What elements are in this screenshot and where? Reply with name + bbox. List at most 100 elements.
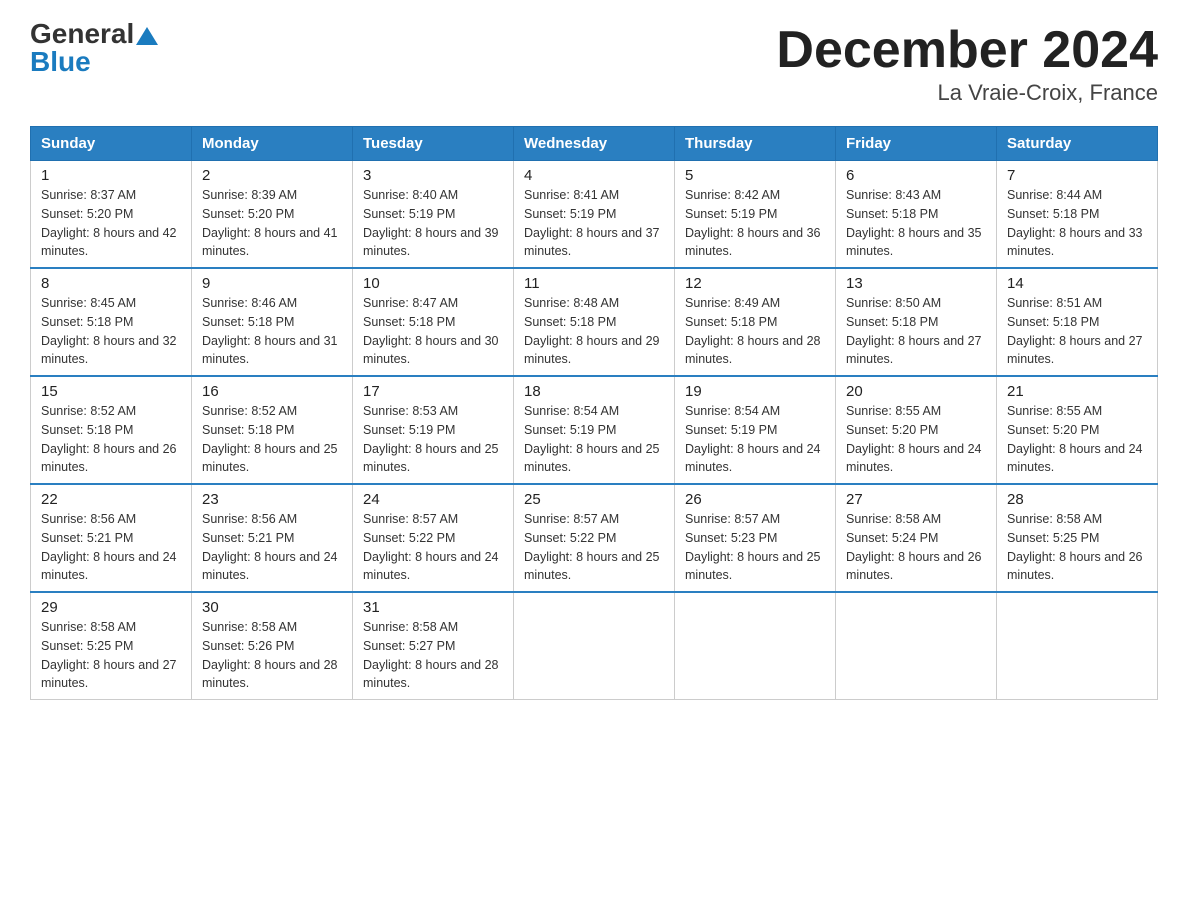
- day-info: Sunrise: 8:37 AMSunset: 5:20 PMDaylight:…: [41, 186, 181, 261]
- day-cell-6: 6Sunrise: 8:43 AMSunset: 5:18 PMDaylight…: [836, 161, 997, 269]
- day-cell-4: 4Sunrise: 8:41 AMSunset: 5:19 PMDaylight…: [514, 161, 675, 269]
- week-row-1: 1 Sunrise: 8:37 AMSunset: 5:20 PMDaylight…: [31, 161, 1158, 269]
- day-cell-23: 23 Sunrise: 8:56 AMSunset: 5:21 PMDayligh…: [192, 484, 353, 592]
- day-cell-3: 3 Sunrise: 8:40 AMSunset: 5:19 PMDaylight…: [353, 161, 514, 269]
- day-cell-24: 24 Sunrise: 8:57 AMSunset: 5:22 PMDayligh…: [353, 484, 514, 592]
- day-cell-8: 8Sunrise: 8:45 AMSunset: 5:18 PMDaylight…: [31, 268, 192, 376]
- day-number: 24: [363, 491, 503, 508]
- day-info: Sunrise: 8:40 AMSunset: 5:19 PMDaylight:…: [363, 186, 503, 261]
- day-number: 5: [685, 167, 825, 184]
- logo-general-text: General: [30, 20, 134, 48]
- day-number: 27: [846, 491, 986, 508]
- day-cell-27: 27Sunrise: 8:58 AMSunset: 5:24 PMDayligh…: [836, 484, 997, 592]
- day-number: 21: [1007, 383, 1147, 400]
- day-cell-15: 15 Sunrise: 8:52 AMSunset: 5:18 PMDayligh…: [31, 376, 192, 484]
- day-number: 9: [202, 275, 342, 292]
- logo-blue-text: Blue: [30, 48, 134, 76]
- day-info: Sunrise: 8:58 AMSunset: 5:27 PMDaylight:…: [363, 618, 503, 693]
- day-info: Sunrise: 8:57 AMSunset: 5:23 PMDaylight:…: [685, 510, 825, 585]
- day-number: 30: [202, 599, 342, 616]
- day-info: Sunrise: 8:52 AMSunset: 5:18 PMDaylight:…: [41, 402, 181, 477]
- day-cell-21: 21 Sunrise: 8:55 AMSunset: 5:20 PMDayligh…: [997, 376, 1158, 484]
- day-cell-29: 29 Sunrise: 8:58 AMSunset: 5:25 PMDayligh…: [31, 592, 192, 700]
- day-number: 2: [202, 167, 342, 184]
- day-info: Sunrise: 8:54 AMSunset: 5:19 PMDaylight:…: [685, 402, 825, 477]
- logo-triangle-icon: [136, 25, 158, 52]
- day-cell-5: 5 Sunrise: 8:42 AMSunset: 5:19 PMDaylight…: [675, 161, 836, 269]
- day-info: Sunrise: 8:44 AMSunset: 5:18 PMDaylight:…: [1007, 186, 1147, 261]
- day-number: 1: [41, 167, 181, 184]
- weekday-header-saturday: Saturday: [997, 127, 1158, 161]
- day-cell-17: 17 Sunrise: 8:53 AMSunset: 5:19 PMDayligh…: [353, 376, 514, 484]
- day-info: Sunrise: 8:47 AMSunset: 5:18 PMDaylight:…: [363, 294, 503, 369]
- day-info: Sunrise: 8:54 AMSunset: 5:19 PMDaylight:…: [524, 402, 664, 477]
- empty-cell: [836, 592, 997, 700]
- day-number: 22: [41, 491, 181, 508]
- day-info: Sunrise: 8:55 AMSunset: 5:20 PMDaylight:…: [846, 402, 986, 477]
- calendar-table: SundayMondayTuesdayWednesdayThursdayFrid…: [30, 126, 1158, 700]
- day-info: Sunrise: 8:51 AMSunset: 5:18 PMDaylight:…: [1007, 294, 1147, 369]
- day-number: 12: [685, 275, 825, 292]
- day-info: Sunrise: 8:55 AMSunset: 5:20 PMDaylight:…: [1007, 402, 1147, 477]
- day-number: 8: [41, 275, 181, 292]
- day-number: 18: [524, 383, 664, 400]
- day-number: 19: [685, 383, 825, 400]
- day-info: Sunrise: 8:42 AMSunset: 5:19 PMDaylight:…: [685, 186, 825, 261]
- day-info: Sunrise: 8:58 AMSunset: 5:25 PMDaylight:…: [1007, 510, 1147, 585]
- day-number: 25: [524, 491, 664, 508]
- weekday-header-thursday: Thursday: [675, 127, 836, 161]
- day-number: 28: [1007, 491, 1147, 508]
- day-cell-10: 10 Sunrise: 8:47 AMSunset: 5:18 PMDayligh…: [353, 268, 514, 376]
- day-cell-12: 12 Sunrise: 8:49 AMSunset: 5:18 PMDayligh…: [675, 268, 836, 376]
- day-info: Sunrise: 8:46 AMSunset: 5:18 PMDaylight:…: [202, 294, 342, 369]
- week-row-5: 29 Sunrise: 8:58 AMSunset: 5:25 PMDayligh…: [31, 592, 1158, 700]
- day-number: 26: [685, 491, 825, 508]
- day-info: Sunrise: 8:56 AMSunset: 5:21 PMDaylight:…: [202, 510, 342, 585]
- day-info: Sunrise: 8:58 AMSunset: 5:26 PMDaylight:…: [202, 618, 342, 693]
- day-info: Sunrise: 8:49 AMSunset: 5:18 PMDaylight:…: [685, 294, 825, 369]
- day-info: Sunrise: 8:58 AMSunset: 5:25 PMDaylight:…: [41, 618, 181, 693]
- day-cell-26: 26 Sunrise: 8:57 AMSunset: 5:23 PMDayligh…: [675, 484, 836, 592]
- day-number: 3: [363, 167, 503, 184]
- day-number: 13: [846, 275, 986, 292]
- day-cell-28: 28 Sunrise: 8:58 AMSunset: 5:25 PMDayligh…: [997, 484, 1158, 592]
- logo: General Blue: [30, 20, 158, 76]
- month-title: December 2024: [776, 20, 1158, 80]
- day-number: 10: [363, 275, 503, 292]
- day-info: Sunrise: 8:57 AMSunset: 5:22 PMDaylight:…: [524, 510, 664, 585]
- day-cell-13: 13 Sunrise: 8:50 AMSunset: 5:18 PMDayligh…: [836, 268, 997, 376]
- weekday-header-sunday: Sunday: [31, 127, 192, 161]
- day-cell-20: 20 Sunrise: 8:55 AMSunset: 5:20 PMDayligh…: [836, 376, 997, 484]
- day-number: 6: [846, 167, 986, 184]
- day-number: 17: [363, 383, 503, 400]
- day-cell-25: 25 Sunrise: 8:57 AMSunset: 5:22 PMDayligh…: [514, 484, 675, 592]
- day-cell-30: 30 Sunrise: 8:58 AMSunset: 5:26 PMDayligh…: [192, 592, 353, 700]
- day-info: Sunrise: 8:57 AMSunset: 5:22 PMDaylight:…: [363, 510, 503, 585]
- empty-cell: [675, 592, 836, 700]
- page-header: General Blue December 2024 La Vraie-Croi…: [30, 20, 1158, 106]
- week-row-4: 22 Sunrise: 8:56 AMSunset: 5:21 PMDayligh…: [31, 484, 1158, 592]
- weekday-header-wednesday: Wednesday: [514, 127, 675, 161]
- day-cell-7: 7 Sunrise: 8:44 AMSunset: 5:18 PMDaylight…: [997, 161, 1158, 269]
- day-info: Sunrise: 8:41 AMSunset: 5:19 PMDaylight:…: [524, 186, 664, 261]
- day-number: 7: [1007, 167, 1147, 184]
- day-number: 31: [363, 599, 503, 616]
- weekday-header-monday: Monday: [192, 127, 353, 161]
- day-cell-22: 22 Sunrise: 8:56 AMSunset: 5:21 PMDayligh…: [31, 484, 192, 592]
- day-number: 16: [202, 383, 342, 400]
- day-number: 23: [202, 491, 342, 508]
- day-cell-11: 11Sunrise: 8:48 AMSunset: 5:18 PMDayligh…: [514, 268, 675, 376]
- day-info: Sunrise: 8:56 AMSunset: 5:21 PMDaylight:…: [41, 510, 181, 585]
- day-cell-31: 31 Sunrise: 8:58 AMSunset: 5:27 PMDayligh…: [353, 592, 514, 700]
- day-number: 14: [1007, 275, 1147, 292]
- day-number: 29: [41, 599, 181, 616]
- day-info: Sunrise: 8:53 AMSunset: 5:19 PMDaylight:…: [363, 402, 503, 477]
- day-number: 20: [846, 383, 986, 400]
- day-info: Sunrise: 8:52 AMSunset: 5:18 PMDaylight:…: [202, 402, 342, 477]
- day-cell-16: 16 Sunrise: 8:52 AMSunset: 5:18 PMDayligh…: [192, 376, 353, 484]
- day-cell-2: 2Sunrise: 8:39 AMSunset: 5:20 PMDaylight…: [192, 161, 353, 269]
- day-number: 11: [524, 275, 664, 292]
- day-info: Sunrise: 8:50 AMSunset: 5:18 PMDaylight:…: [846, 294, 986, 369]
- weekday-header-row: SundayMondayTuesdayWednesdayThursdayFrid…: [31, 127, 1158, 161]
- day-number: 15: [41, 383, 181, 400]
